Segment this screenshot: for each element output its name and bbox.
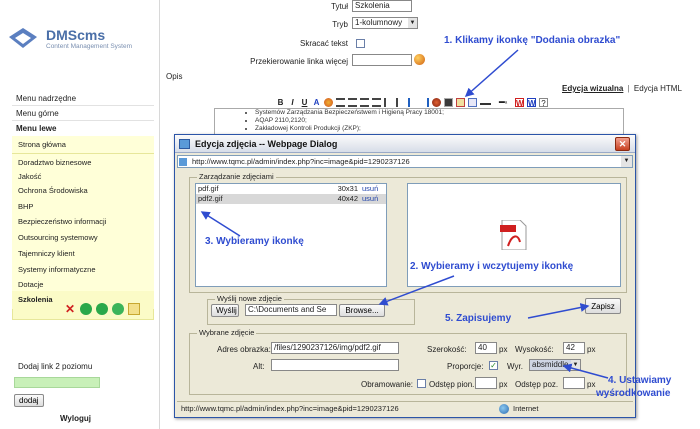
annotation-5: 5. Zapisujemy (445, 313, 512, 324)
annotation-3: 3. Wybieramy ikonkę (205, 236, 304, 247)
annotation-arrows (200, 49, 609, 379)
arrow-to-browse (378, 275, 455, 306)
annotation-1: 1. Klikamy ikonkę "Dodania obrazka" (444, 35, 621, 46)
annotation-4-line1: 4. Ustawiamy (608, 375, 672, 386)
annotation-2: 2. Wybieramy i wczytujemy ikonkę (410, 261, 574, 272)
annotation-4-line2: wyśrodkowanie (596, 388, 671, 399)
arrow-to-align (562, 363, 609, 379)
arrow-to-image-icon (464, 49, 519, 97)
arrow-to-file (200, 211, 241, 237)
arrow-to-save (527, 303, 590, 319)
